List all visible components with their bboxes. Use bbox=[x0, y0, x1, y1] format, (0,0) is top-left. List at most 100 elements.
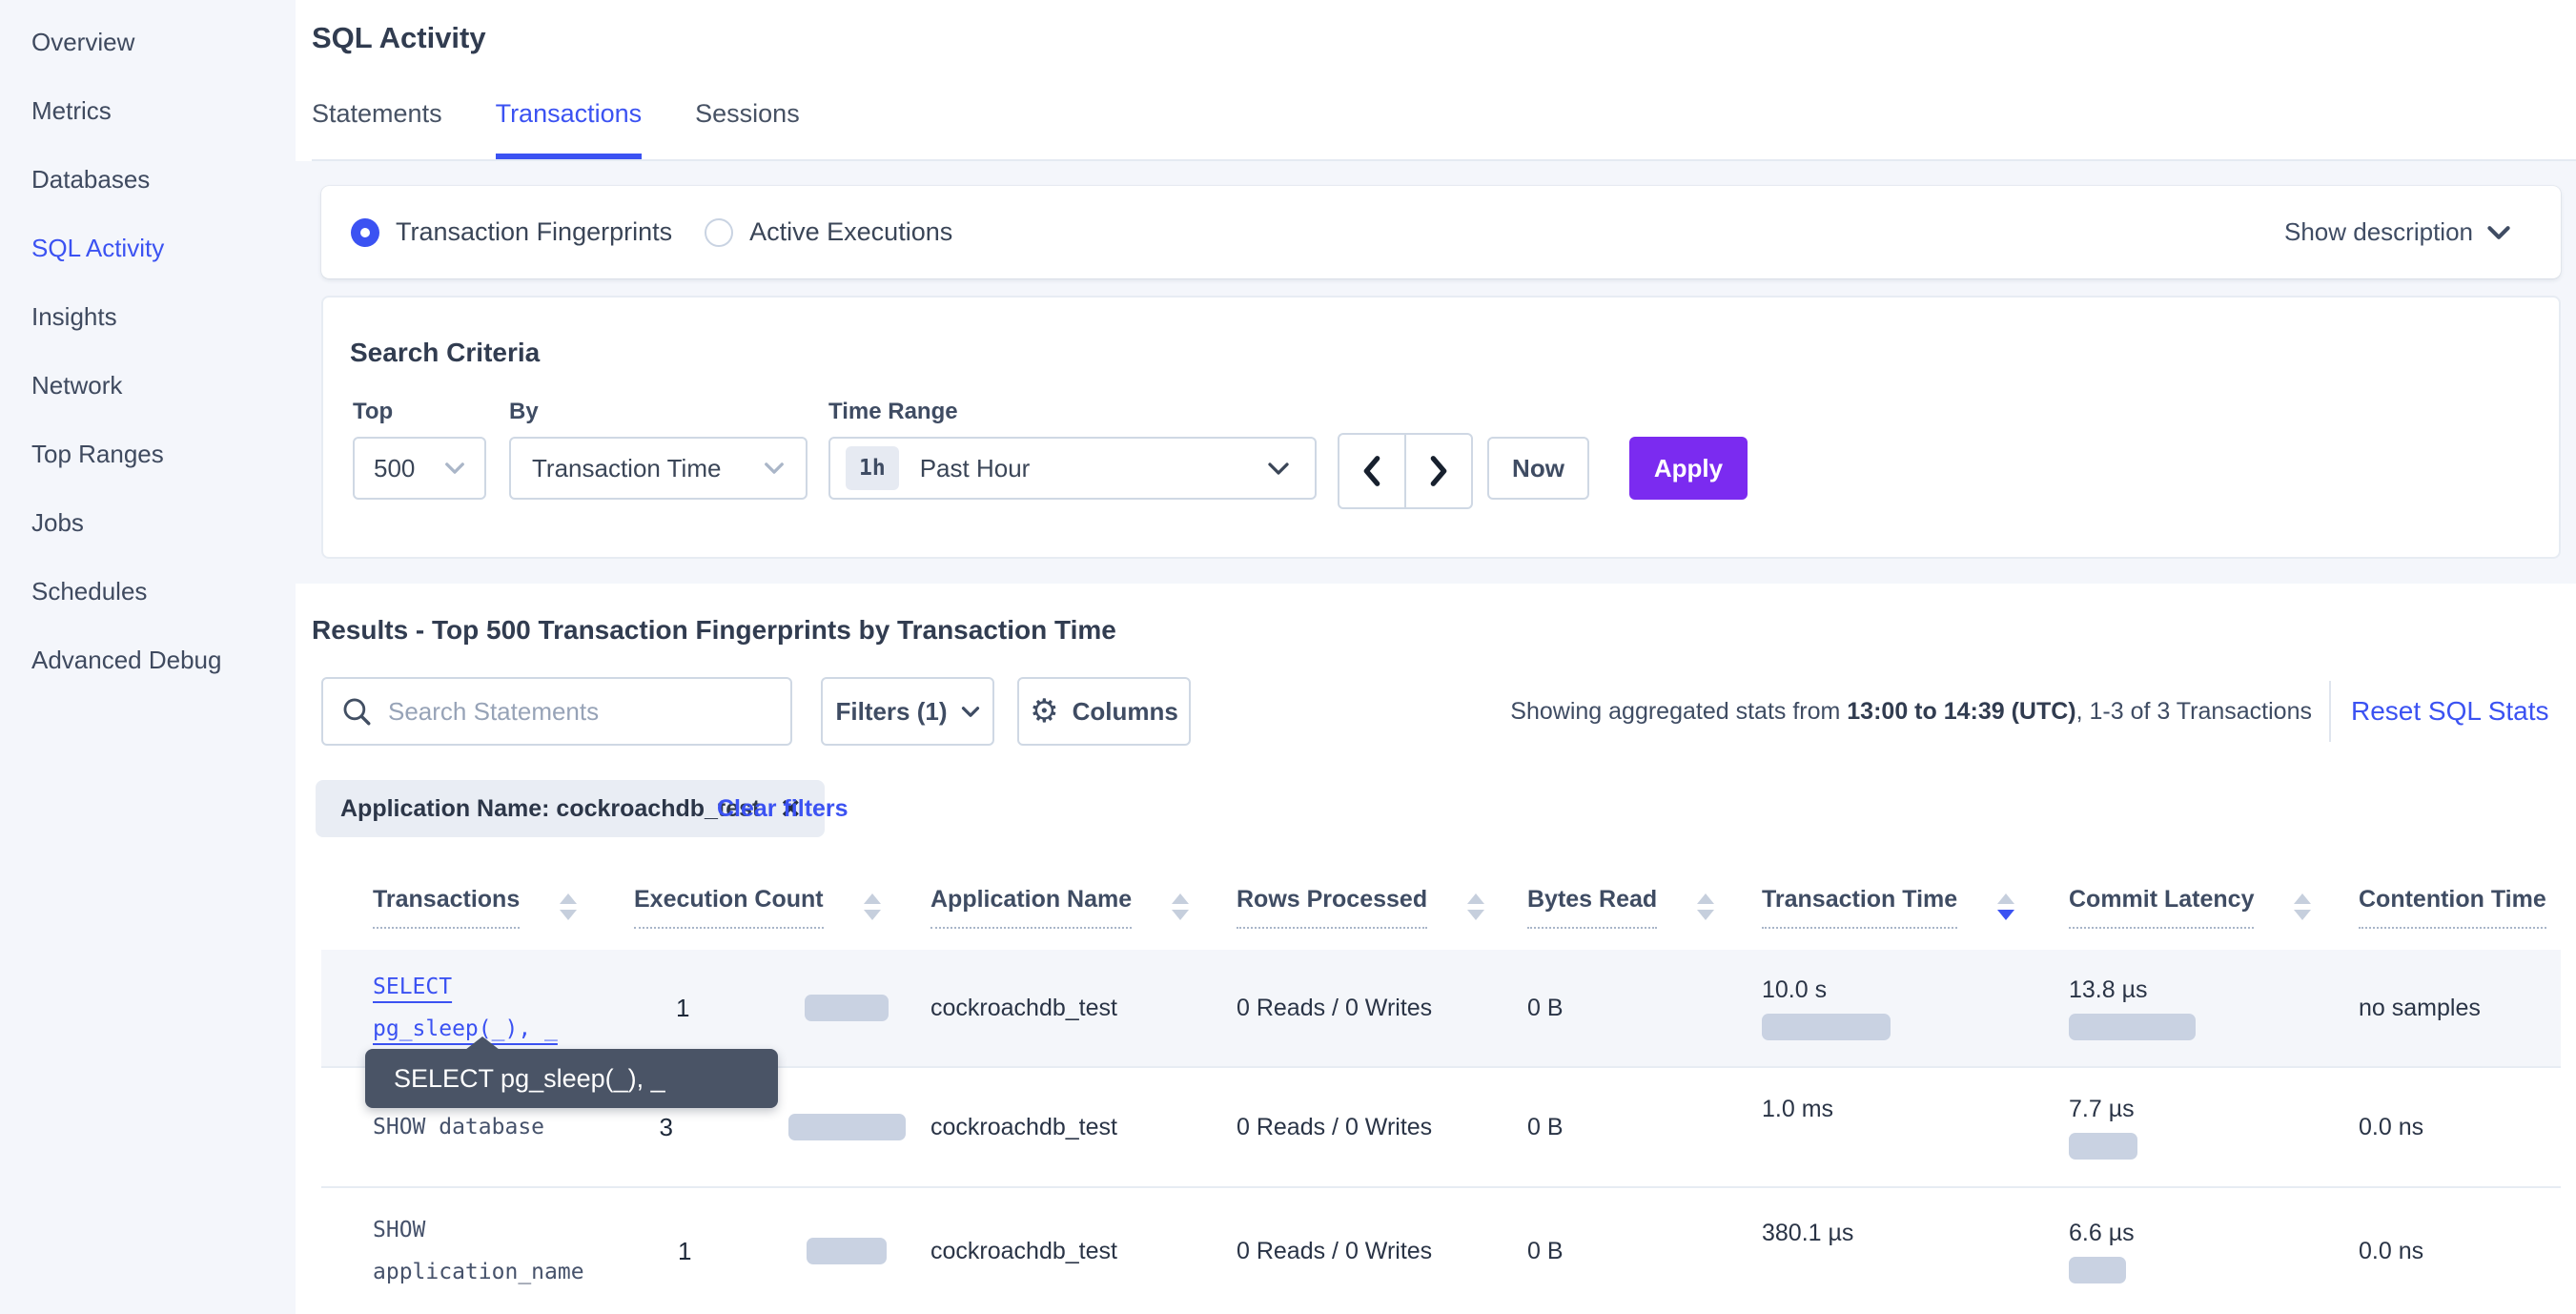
next-time-window-button[interactable] bbox=[1406, 435, 1471, 507]
reset-sql-stats-link[interactable]: Reset SQL Stats bbox=[2351, 677, 2549, 746]
contention-time-cell: 0.0 ns bbox=[2359, 1114, 2561, 1141]
now-button[interactable]: Now bbox=[1487, 437, 1589, 500]
aggregated-stats-text: Showing aggregated stats from 13:00 to 1… bbox=[1559, 677, 2312, 746]
contention-time-cell: 0.0 ns bbox=[2359, 1238, 2561, 1265]
column-header-commit-latency[interactable]: Commit Latency bbox=[2069, 871, 2359, 950]
previous-time-window-button[interactable] bbox=[1339, 435, 1406, 507]
time-range-value: Past Hour bbox=[920, 454, 1031, 483]
chevron-down-icon bbox=[444, 462, 465, 475]
tooltip-text: SELECT pg_sleep(_), _ bbox=[394, 1064, 665, 1094]
top-select-value: 500 bbox=[374, 454, 415, 483]
sort-icon[interactable] bbox=[560, 893, 577, 920]
radio-unselected-icon[interactable] bbox=[705, 218, 733, 247]
column-header-execution-count[interactable]: Execution Count bbox=[634, 871, 930, 950]
sort-icon[interactable] bbox=[864, 893, 881, 920]
sidebar-item-network[interactable]: Network bbox=[0, 351, 296, 420]
view-mode-card: Transaction Fingerprints Active Executio… bbox=[321, 186, 2561, 278]
clear-filters-link[interactable]: Clear filters bbox=[717, 780, 848, 837]
transaction-link[interactable]: SHOW bbox=[373, 1209, 425, 1251]
transaction-fingerprint-cell: SELECT pg_sleep(_), _ bbox=[373, 966, 634, 1050]
transaction-link[interactable]: application_name bbox=[373, 1251, 584, 1293]
chevron-down-icon bbox=[2486, 225, 2511, 240]
time-range-select[interactable]: 1h Past Hour bbox=[828, 437, 1317, 500]
contention-time-cell: no samples bbox=[2359, 995, 2561, 1022]
column-header-contention-time[interactable]: Contention Time bbox=[2359, 871, 2561, 950]
search-criteria-title: Search Criteria bbox=[350, 338, 540, 368]
commit-latency-cell: 6.6 µs bbox=[2069, 1220, 2359, 1283]
filters-button-label: Filters (1) bbox=[835, 697, 947, 727]
transaction-time-cell: 10.0 s bbox=[1762, 976, 2069, 1040]
top-select[interactable]: 500 bbox=[353, 437, 486, 500]
page-title: SQL Activity bbox=[312, 21, 486, 55]
by-select-value: Transaction Time bbox=[532, 454, 721, 483]
tab-bar: Statements Transactions Sessions bbox=[312, 99, 853, 160]
chevron-down-icon bbox=[961, 706, 980, 718]
application-name-cell: cockroachdb_test bbox=[930, 995, 1237, 1022]
sort-icon[interactable] bbox=[1172, 893, 1189, 920]
top-label: Top bbox=[353, 399, 393, 425]
tab-sessions[interactable]: Sessions bbox=[695, 99, 800, 160]
bytes-read-cell: 0 B bbox=[1527, 995, 1762, 1022]
tab-transactions[interactable]: Transactions bbox=[496, 99, 643, 160]
sidebar-item-top-ranges[interactable]: Top Ranges bbox=[0, 420, 296, 488]
column-header-application-name[interactable]: Application Name bbox=[930, 871, 1237, 950]
table-row[interactable]: SHOW application_name 1 cockroachdb_test… bbox=[321, 1188, 2561, 1314]
column-header-transaction-time[interactable]: Transaction Time bbox=[1762, 871, 2069, 950]
results-heading: Results - Top 500 Transaction Fingerprin… bbox=[312, 615, 1116, 646]
sort-icon[interactable] bbox=[2294, 893, 2311, 920]
sidebar-item-advanced-debug[interactable]: Advanced Debug bbox=[0, 626, 296, 694]
sidebar-item-overview[interactable]: Overview bbox=[0, 8, 296, 76]
sidebar-item-jobs[interactable]: Jobs bbox=[0, 488, 296, 557]
stats-suffix: , 1-3 of 3 Transactions bbox=[2076, 698, 2312, 726]
radio-active-executions[interactable]: Active Executions bbox=[705, 217, 952, 247]
filter-chip-label: Application Name: cockroachdb_test bbox=[340, 795, 760, 823]
transaction-link[interactable]: SHOW database bbox=[373, 1106, 544, 1148]
sidebar-item-metrics[interactable]: Metrics bbox=[0, 76, 296, 145]
tab-statements[interactable]: Statements bbox=[312, 99, 442, 160]
chevron-left-icon bbox=[1360, 455, 1384, 487]
radio-selected-icon[interactable] bbox=[351, 218, 379, 247]
radio-transaction-fingerprints[interactable]: Transaction Fingerprints bbox=[351, 217, 672, 247]
time-range-label: Time Range bbox=[828, 399, 958, 425]
rows-processed-cell: 0 Reads / 0 Writes bbox=[1237, 1114, 1527, 1141]
sidebar-item-schedules[interactable]: Schedules bbox=[0, 557, 296, 626]
application-name-cell: cockroachdb_test bbox=[930, 1114, 1237, 1141]
column-header-bytes-read[interactable]: Bytes Read bbox=[1527, 871, 1762, 950]
column-header-transactions[interactable]: Transactions bbox=[373, 871, 634, 950]
by-label: By bbox=[509, 399, 539, 425]
gear-icon: ⚙ bbox=[1030, 695, 1058, 728]
chevron-down-icon bbox=[1267, 462, 1290, 476]
show-description-toggle[interactable]: Show description bbox=[2284, 217, 2511, 247]
commit-latency-bar bbox=[2069, 1257, 2126, 1283]
apply-button[interactable]: Apply bbox=[1629, 437, 1748, 500]
sort-icon[interactable] bbox=[1697, 893, 1714, 920]
search-statements-input[interactable] bbox=[388, 697, 773, 727]
by-select[interactable]: Transaction Time bbox=[509, 437, 808, 500]
radio-label: Active Executions bbox=[749, 217, 952, 247]
commit-latency-cell: 13.8 µs bbox=[2069, 976, 2359, 1040]
sidebar-item-sql-activity[interactable]: SQL Activity bbox=[0, 214, 296, 282]
commit-latency-bar bbox=[2069, 1014, 2196, 1040]
search-icon bbox=[340, 695, 373, 728]
sort-icon-active-desc[interactable] bbox=[1997, 893, 2014, 920]
sidebar-item-databases[interactable]: Databases bbox=[0, 145, 296, 214]
commit-latency-bar bbox=[2069, 1133, 2137, 1160]
columns-button[interactable]: ⚙ Columns bbox=[1017, 677, 1191, 746]
sql-activity-page: Overview Metrics Databases SQL Activity … bbox=[0, 0, 2576, 1314]
chevron-right-icon bbox=[1426, 455, 1451, 487]
execution-count-cell: 3 bbox=[634, 1113, 930, 1142]
transaction-fingerprint-cell: SHOW database bbox=[373, 1106, 634, 1148]
execution-count-cell: 1 bbox=[634, 1237, 930, 1266]
show-description-label: Show description bbox=[2284, 217, 2473, 247]
transaction-link[interactable]: SELECT bbox=[373, 966, 452, 1008]
stats-prefix: Showing aggregated stats from bbox=[1510, 698, 1847, 726]
sidebar-item-insights[interactable]: Insights bbox=[0, 282, 296, 351]
table-header-row: Transactions Execution Count Application… bbox=[321, 871, 2561, 950]
tooltip-caret bbox=[465, 1037, 500, 1050]
execution-count-bar bbox=[788, 1114, 906, 1140]
stats-time-range: 13:00 to 14:39 (UTC) bbox=[1847, 698, 2075, 726]
sort-icon[interactable] bbox=[1467, 893, 1484, 920]
column-header-rows-processed[interactable]: Rows Processed bbox=[1237, 871, 1527, 950]
bytes-read-cell: 0 B bbox=[1527, 1238, 1762, 1265]
filters-button[interactable]: Filters (1) bbox=[821, 677, 994, 746]
